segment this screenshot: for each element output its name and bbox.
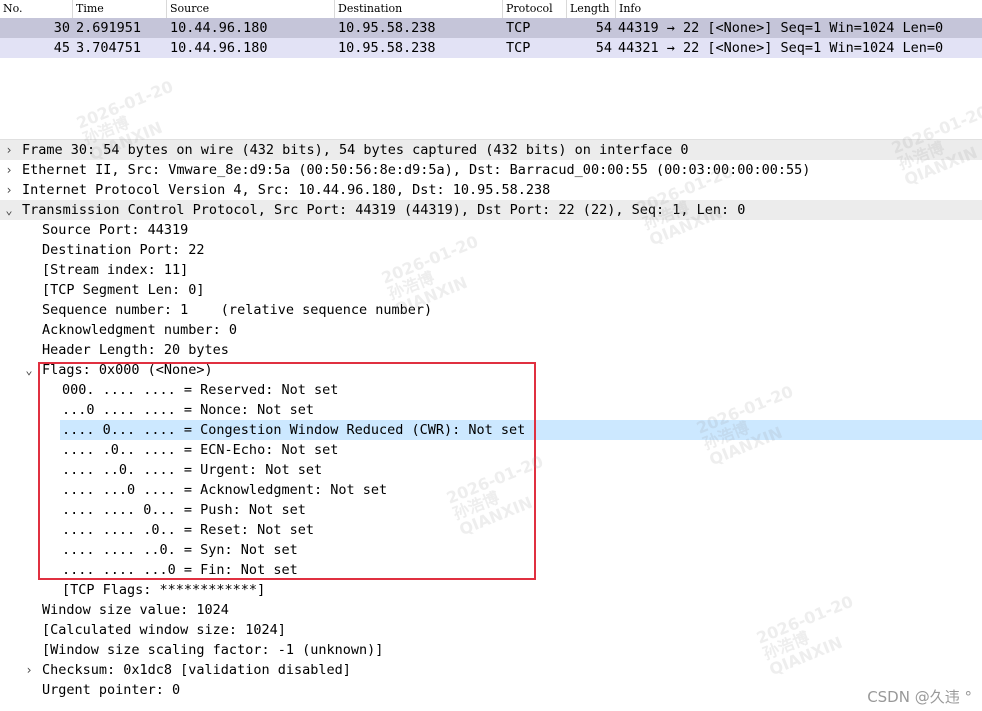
tree-item-label: .... 0... .... = Congestion Window Reduc…: [62, 422, 526, 438]
packet-row[interactable]: 45 3.704751 10.44.96.180 10.95.58.238 TC…: [0, 38, 982, 58]
tree-item-label: .... .... .0.. = Reset: Not set: [62, 522, 314, 538]
tree-item-label: .... .0.. .... = ECN-Echo: Not set: [62, 442, 339, 458]
column-header-destination[interactable]: Destination: [335, 0, 503, 18]
chevron-down-icon[interactable]: ⌄: [2, 200, 16, 220]
tree-item-flag-bit[interactable]: .... .... ..0. = Syn: Not set: [0, 540, 982, 560]
packet-info: 44321 → 22 [<None>] Seq=1 Win=1024 Len=0: [618, 40, 944, 56]
tree-item-flag-bit[interactable]: 000. .... .... = Reserved: Not set: [0, 380, 982, 400]
column-header-time[interactable]: Time: [73, 0, 167, 18]
tree-item-label: .... ..0. .... = Urgent: Not set: [62, 462, 323, 478]
tree-item-label: [Stream index: 11]: [42, 262, 189, 278]
column-header-source[interactable]: Source: [167, 0, 335, 18]
tree-item-flag-bit[interactable]: ...0 .... .... = Nonce: Not set: [0, 400, 982, 420]
packet-time: 3.704751: [76, 40, 142, 56]
column-header-info[interactable]: Info: [616, 0, 982, 18]
packet-row[interactable]: 30 2.691951 10.44.96.180 10.95.58.238 TC…: [0, 18, 982, 38]
tree-item-label: Sequence number: 1 (relative sequence nu…: [42, 302, 433, 318]
packet-destination: 10.95.58.238: [338, 40, 436, 56]
tree-item-label: Source Port: 44319: [42, 222, 189, 238]
tree-item-label: .... .... ..0. = Syn: Not set: [62, 542, 298, 558]
packet-protocol: TCP: [506, 40, 531, 56]
tree-item-frame[interactable]: › Frame 30: 54 bytes on wire (432 bits),…: [0, 140, 982, 160]
tree-item-flag-bit-selected[interactable]: .... 0... .... = Congestion Window Reduc…: [0, 420, 982, 440]
tree-item-label: Urgent pointer: 0: [42, 682, 181, 698]
tree-item-label: Flags: 0x000 (<None>): [42, 362, 213, 378]
tree-item-field[interactable]: Source Port: 44319: [0, 220, 982, 240]
packet-source: 10.44.96.180: [170, 40, 268, 56]
tree-item-label: [TCP Segment Len: 0]: [42, 282, 205, 298]
tree-item-field[interactable]: Header Length: 20 bytes: [0, 340, 982, 360]
tree-item-field[interactable]: [TCP Segment Len: 0]: [0, 280, 982, 300]
tree-item-checksum[interactable]: › Checksum: 0x1dc8 [validation disabled]: [0, 660, 982, 680]
packet-length: 54: [595, 40, 612, 56]
tree-item-label: .... .... 0... = Push: Not set: [62, 502, 306, 518]
tree-item-label: [Window size scaling factor: -1 (unknown…: [42, 642, 384, 658]
csdn-credit: CSDN @久违 °: [867, 688, 972, 706]
tree-item-label: .... .... ...0 = Fin: Not set: [62, 562, 298, 578]
tree-item-label: Acknowledgment number: 0: [42, 322, 238, 338]
tree-item-flags[interactable]: ⌄ Flags: 0x000 (<None>): [0, 360, 982, 380]
tree-item-flag-bit[interactable]: .... .0.. .... = ECN-Echo: Not set: [0, 440, 982, 460]
tree-item-label: Checksum: 0x1dc8 [validation disabled]: [42, 662, 351, 678]
tree-item-label: ...0 .... .... = Nonce: Not set: [62, 402, 314, 418]
tree-item-field[interactable]: Urgent pointer: 0: [0, 680, 982, 700]
tree-item-label: .... ...0 .... = Acknowledgment: Not set: [62, 482, 388, 498]
packet-list-header: No. Time Source Destination Protocol Len…: [0, 0, 982, 19]
packet-protocol: TCP: [506, 20, 531, 36]
tree-item-ethernet[interactable]: › Ethernet II, Src: Vmware_8e:d9:5a (00:…: [0, 160, 982, 180]
packet-source: 10.44.96.180: [170, 20, 268, 36]
tree-item-tcp[interactable]: ⌄ Transmission Control Protocol, Src Por…: [0, 200, 982, 220]
tree-item-label: [TCP Flags: ************]: [62, 582, 266, 598]
tree-item-label: [Calculated window size: 1024]: [42, 622, 286, 638]
packet-no: 30: [53, 20, 70, 36]
column-header-protocol[interactable]: Protocol: [503, 0, 567, 18]
packet-info: 44319 → 22 [<None>] Seq=1 Win=1024 Len=0: [618, 20, 944, 36]
packet-time: 2.691951: [76, 20, 142, 36]
tree-item-field[interactable]: Acknowledgment number: 0: [0, 320, 982, 340]
chevron-right-icon[interactable]: ›: [22, 660, 36, 680]
packet-length: 54: [595, 20, 612, 36]
tree-item-field[interactable]: Destination Port: 22: [0, 240, 982, 260]
tree-item-field[interactable]: Sequence number: 1 (relative sequence nu…: [0, 300, 982, 320]
packet-destination: 10.95.58.238: [338, 20, 436, 36]
tree-item-flag-bit[interactable]: .... .... ...0 = Fin: Not set: [0, 560, 982, 580]
tree-item-label: 000. .... .... = Reserved: Not set: [62, 382, 339, 398]
tree-item-label: Window size value: 1024: [42, 602, 229, 618]
tree-item-label: Internet Protocol Version 4, Src: 10.44.…: [22, 182, 551, 198]
chevron-down-icon[interactable]: ⌄: [22, 360, 36, 380]
tree-item-ip[interactable]: › Internet Protocol Version 4, Src: 10.4…: [0, 180, 982, 200]
chevron-right-icon[interactable]: ›: [2, 140, 16, 160]
column-header-no[interactable]: No.: [0, 0, 73, 18]
chevron-right-icon[interactable]: ›: [2, 160, 16, 180]
tree-item-label: Header Length: 20 bytes: [42, 342, 229, 358]
packet-no: 45: [53, 40, 70, 56]
chevron-right-icon[interactable]: ›: [2, 180, 16, 200]
tree-item-label: Destination Port: 22: [42, 242, 205, 258]
column-header-length[interactable]: Length: [567, 0, 616, 18]
